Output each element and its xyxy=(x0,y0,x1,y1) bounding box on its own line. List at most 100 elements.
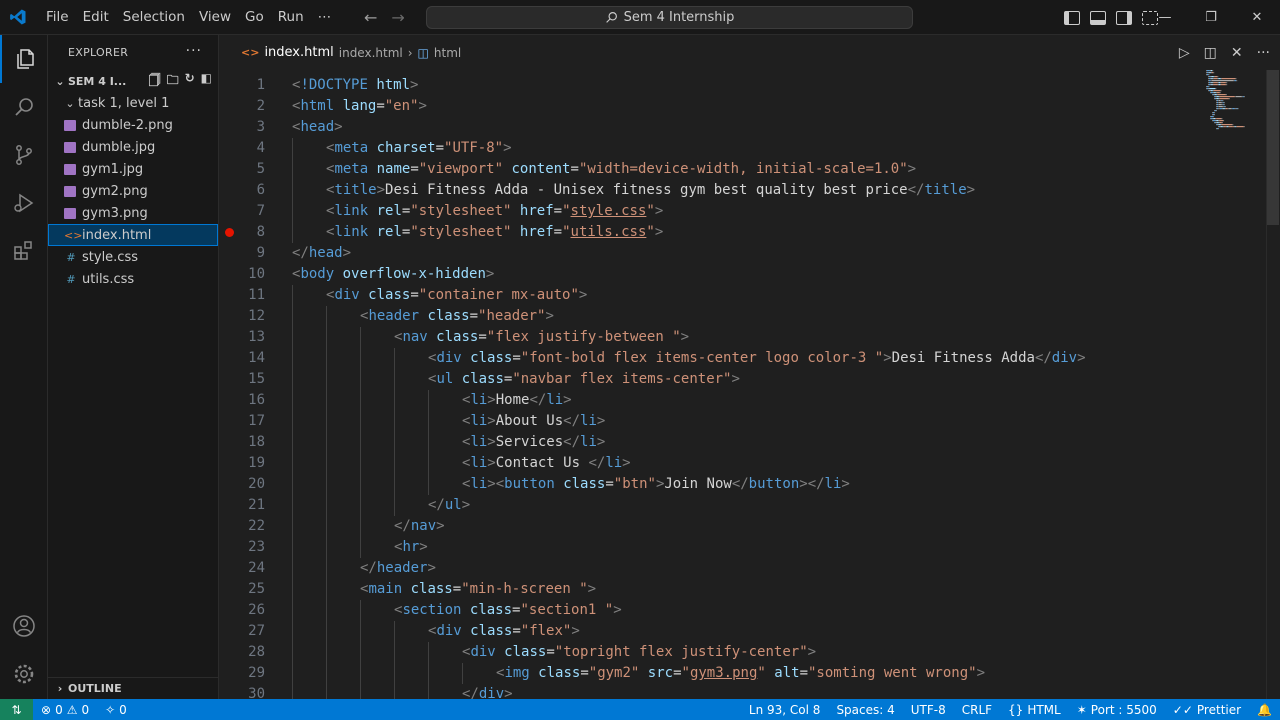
code-line[interactable]: 5 <meta name="viewport" content="width=de… xyxy=(219,159,1259,180)
new-file-icon[interactable]: 🗍 xyxy=(149,71,161,92)
menu-edit[interactable]: Edit xyxy=(76,0,116,35)
close-editor-icon[interactable]: ✕ xyxy=(1231,45,1243,61)
problems-indicator[interactable]: ⊗ 0 ⚠ 0 xyxy=(33,703,97,717)
run-icon[interactable]: ▷ xyxy=(1179,45,1190,61)
notifications-bell-icon[interactable]: 🔔 xyxy=(1249,703,1280,717)
search-view-icon[interactable] xyxy=(0,83,48,131)
workspace-folder[interactable]: ⌄ SEM 4 I... 🗍 🗀 ↻ ◧ xyxy=(48,70,218,92)
close-window-icon[interactable]: ✕ xyxy=(1234,0,1280,35)
source-control-icon[interactable] xyxy=(0,131,48,179)
more-actions-icon[interactable]: ··· xyxy=(186,43,202,59)
vscode-logo-icon[interactable] xyxy=(0,0,36,35)
code-token: body xyxy=(300,266,335,282)
code-line[interactable]: 10 <body overflow-x-hidden> xyxy=(219,264,1259,285)
extensions-icon[interactable] xyxy=(0,227,48,275)
code-line[interactable]: 6 <title>Desi Fitness Adda - Unisex fitne… xyxy=(219,180,1259,201)
code-line[interactable]: 25 <main class="min-h-screen "> xyxy=(219,579,1259,600)
minimap-line xyxy=(1218,106,1219,108)
remote-indicator-icon[interactable]: ⇅ xyxy=(0,699,33,720)
code-line[interactable]: 4 <meta charset="UTF-8"> xyxy=(219,138,1259,159)
encoding[interactable]: UTF-8 xyxy=(903,703,954,717)
minimap-line xyxy=(1221,104,1223,106)
more-actions-icon[interactable]: ··· xyxy=(1257,45,1270,61)
minimize-icon[interactable]: — xyxy=(1142,0,1188,35)
code-line[interactable]: 21 </ul> xyxy=(219,495,1259,516)
code-line[interactable]: 15 <ul class="navbar flex items-center"> xyxy=(219,369,1259,390)
file-item[interactable]: # style.css xyxy=(48,246,218,268)
code-line[interactable]: 9 </head> xyxy=(219,243,1259,264)
back-arrow-icon[interactable]: ← xyxy=(364,8,377,27)
minimap-line xyxy=(1210,118,1211,120)
prettier-status[interactable]: ✓✓ Prettier xyxy=(1165,703,1249,717)
code-line[interactable]: 3 <head> xyxy=(219,117,1259,138)
code-line[interactable]: 29 <img class="gym2" src="gym3.png" alt="… xyxy=(219,663,1259,684)
menu-more[interactable]: ⋯ xyxy=(311,0,339,35)
code-line[interactable]: 23 <hr> xyxy=(219,537,1259,558)
file-item[interactable]: dumble.jpg xyxy=(48,136,218,158)
folder-task-1[interactable]: ⌄ task 1, level 1 xyxy=(48,92,218,114)
toggle-secondary-sidebar-icon[interactable] xyxy=(1116,10,1132,25)
outline-section[interactable]: › OUTLINE xyxy=(48,677,218,699)
code-line[interactable]: 28 <div class="topright flex justify-cent… xyxy=(219,642,1259,663)
file-item[interactable]: gym3.png xyxy=(48,202,218,224)
minimap-line xyxy=(1210,72,1212,74)
breadcrumb-path[interactable]: index.html xyxy=(339,46,403,60)
cursor-position[interactable]: Ln 93, Col 8 xyxy=(741,703,829,717)
minimap[interactable] xyxy=(1206,70,1266,200)
code-line[interactable]: 27 <div class="flex"> xyxy=(219,621,1259,642)
file-item[interactable]: dumble-2.png xyxy=(48,114,218,136)
toggle-panel-icon[interactable] xyxy=(1090,10,1106,25)
restore-icon[interactable]: ❐ xyxy=(1188,0,1234,35)
code-line[interactable]: 18 <li>Services</li> xyxy=(219,432,1259,453)
new-folder-icon[interactable]: 🗀 xyxy=(167,71,179,92)
code-line[interactable]: 8 <link rel="stylesheet" href="utils.css"… xyxy=(219,222,1259,243)
code-line[interactable]: 17 <li>About Us</li> xyxy=(219,411,1259,432)
menu-run[interactable]: Run xyxy=(271,0,311,35)
code-line[interactable]: 14 <div class="font-bold flex items-cente… xyxy=(219,348,1259,369)
file-item[interactable]: # utils.css xyxy=(48,268,218,290)
minimap-line xyxy=(1212,118,1214,120)
code-line[interactable]: 19 <li>Contact Us </li> xyxy=(219,453,1259,474)
title-bar: File Edit Selection View Go Run ⋯ ← → Se… xyxy=(0,0,1280,35)
code-line[interactable]: 16 <li>Home</li> xyxy=(219,390,1259,411)
menu-selection[interactable]: Selection xyxy=(116,0,192,35)
code-line[interactable]: 24 </header> xyxy=(219,558,1259,579)
code-text: <nav class="flex justify-between "> xyxy=(394,327,689,348)
code-line[interactable]: 2 <html lang="en"> xyxy=(219,96,1259,117)
run-debug-icon[interactable] xyxy=(0,179,48,227)
collapse-all-icon[interactable]: ◧ xyxy=(201,71,212,92)
code-line[interactable]: 13 <nav class="flex justify-between "> xyxy=(219,327,1259,348)
accounts-icon[interactable] xyxy=(0,602,48,650)
command-center[interactable]: Sem 4 Internship xyxy=(426,6,913,29)
code-editor[interactable]: 1 <!DOCTYPE html> 2 <html lang="en"> 3 <head>… xyxy=(219,70,1280,705)
menu-view[interactable]: View xyxy=(192,0,238,35)
code-line[interactable]: 20 <li><button class="btn">Join Now</butt… xyxy=(219,474,1259,495)
refresh-icon[interactable]: ↻ xyxy=(185,71,195,92)
scrollbar-thumb[interactable] xyxy=(1267,70,1279,225)
end-of-line[interactable]: CRLF xyxy=(954,703,1000,717)
code-line[interactable]: 11 <div class="container mx-auto"> xyxy=(219,285,1259,306)
code-line[interactable]: 22 </nav> xyxy=(219,516,1259,537)
code-line[interactable]: 1 <!DOCTYPE html> xyxy=(219,75,1259,96)
breadcrumb-file[interactable]: index.html xyxy=(264,45,333,60)
file-item[interactable]: <> index.html xyxy=(48,224,218,246)
minimap-line xyxy=(1217,76,1219,78)
code-line[interactable]: 7 <link rel="stylesheet" href="style.css"… xyxy=(219,201,1259,222)
split-editor-icon[interactable]: ◫ xyxy=(1204,45,1217,61)
toggle-primary-sidebar-icon[interactable] xyxy=(1064,10,1080,25)
code-line[interactable]: 12 <header class="header"> xyxy=(219,306,1259,327)
file-item[interactable]: gym2.png xyxy=(48,180,218,202)
menu-file[interactable]: File xyxy=(39,0,76,35)
explorer-icon[interactable] xyxy=(0,35,48,83)
code-line[interactable]: 26 <section class="section1 "> xyxy=(219,600,1259,621)
live-server-port[interactable]: ✶ Port : 5500 xyxy=(1069,703,1165,717)
indentation[interactable]: Spaces: 4 xyxy=(828,703,902,717)
menu-go[interactable]: Go xyxy=(238,0,271,35)
minimap-line xyxy=(1218,126,1219,128)
language-mode[interactable]: {} HTML xyxy=(1000,703,1069,717)
settings-gear-icon[interactable] xyxy=(0,650,48,698)
breadcrumb-node[interactable]: html xyxy=(434,46,461,60)
file-item[interactable]: gym1.jpg xyxy=(48,158,218,180)
forward-arrow-icon[interactable]: → xyxy=(391,8,404,27)
ports-indicator[interactable]: ✧ 0 xyxy=(97,703,135,717)
